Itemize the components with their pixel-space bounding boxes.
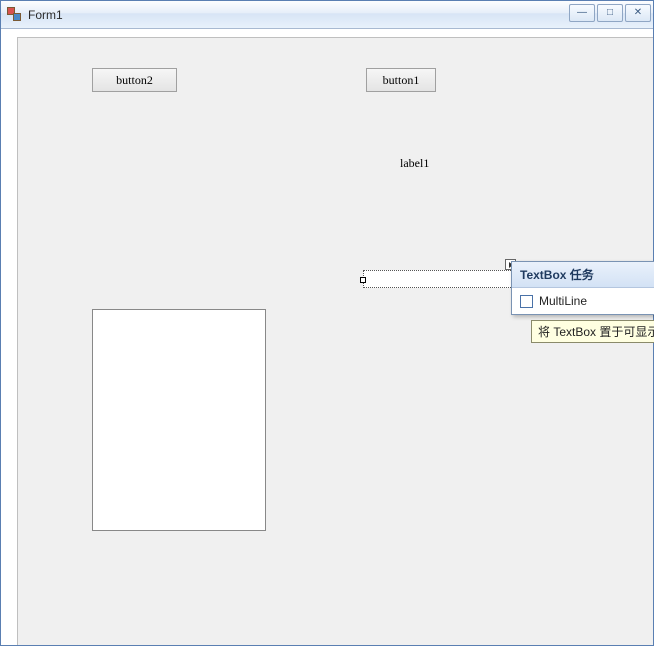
button2-label: button2 [116,73,153,88]
resize-handle-left[interactable] [360,277,366,283]
multiline-label: MultiLine [539,294,587,308]
maximize-button[interactable]: □ [597,4,623,22]
form-icon [7,7,23,23]
smarttag-multiline-row[interactable]: MultiLine [512,288,654,314]
multiline-checkbox[interactable] [520,295,533,308]
smarttag-panel: TextBox 任务 MultiLine [511,261,654,315]
minimize-button[interactable]: — [569,4,595,22]
window-control-buttons: — □ ✕ [569,4,651,22]
label1: label1 [400,156,429,171]
tooltip: 将 TextBox 置于可显示 [531,320,654,343]
close-icon: ✕ [634,8,642,18]
minimize-icon: — [577,8,587,18]
window-title: Form1 [28,8,63,22]
maximize-icon: □ [607,8,613,18]
smarttag-title: TextBox 任务 [512,262,654,288]
button1-label: button1 [383,73,420,88]
textbox1[interactable] [363,270,515,288]
close-button[interactable]: ✕ [625,4,651,22]
button2[interactable]: button2 [92,68,177,92]
button1[interactable]: button1 [366,68,436,92]
form-window: Form1 — □ ✕ button2 button1 label1 TextB… [0,0,654,646]
titlebar[interactable]: Form1 — □ ✕ [1,1,653,29]
panel1[interactable] [92,309,266,531]
